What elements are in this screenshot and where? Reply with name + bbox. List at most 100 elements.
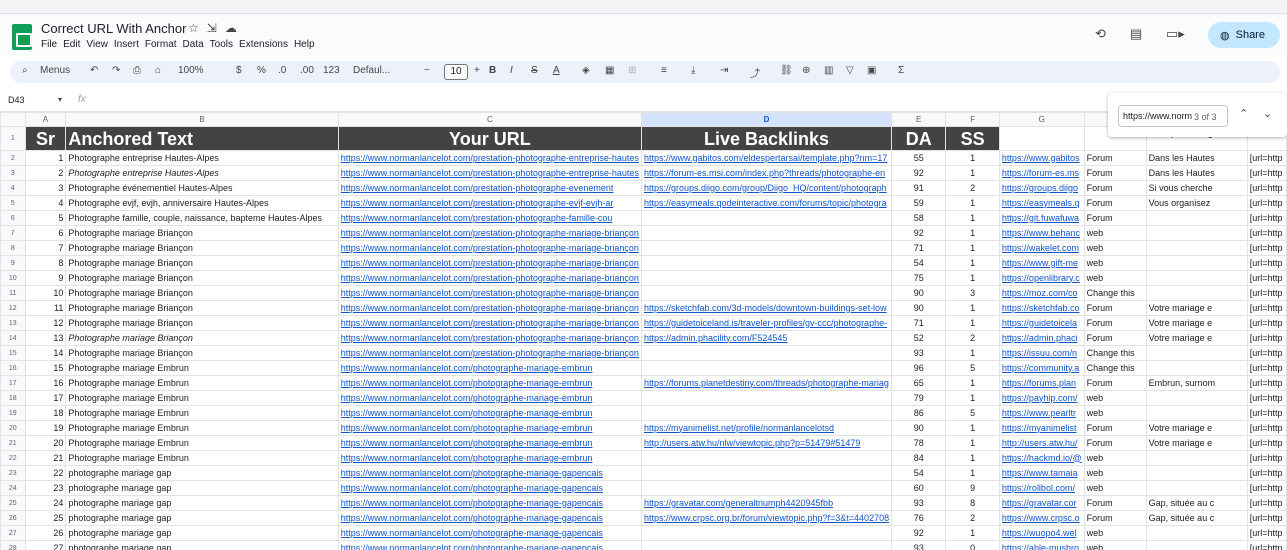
cell-type[interactable]: web [1083,525,1147,541]
cell-type[interactable]: web [1083,255,1147,271]
cell-live-backlink[interactable]: https://forums.planetdestiny.com/threads… [640,375,893,391]
cell-sr[interactable]: 13 [24,330,67,346]
cell-link[interactable]: https://gravatar.cor [998,495,1085,511]
cell-your-url[interactable]: https://www.normanlancelot.com/prestatio… [337,180,642,196]
cell-link[interactable]: https://guidetoicela [998,315,1085,331]
cell-anchored-text[interactable]: Photographe événementiel Hautes-Alpes [65,180,339,196]
cell-link[interactable]: https://forum-es.ms [998,165,1085,181]
cell-da[interactable]: 58 [891,210,947,226]
text-rotation-icon[interactable]: ⤴ [750,65,760,80]
cell-link[interactable]: https://www.pearltr [998,405,1085,421]
cell-markup[interactable]: [url=http [1246,300,1287,316]
cell-sr[interactable]: 24 [24,495,67,511]
cell-sr[interactable]: 22 [24,465,67,481]
cell-anchored-text[interactable]: Photographe mariage Briançon [65,270,339,286]
cell-type[interactable]: Forum [1083,165,1147,181]
cloud-status-icon[interactable]: ☁ [225,21,245,35]
cell-link[interactable]: https://www.tamaia [998,465,1085,481]
row-number[interactable]: 9 [0,255,26,271]
cell-live-backlink[interactable] [640,255,893,271]
cell-ss[interactable]: 3 [945,285,1000,301]
row-number[interactable]: 21 [0,435,26,451]
cell-your-url[interactable]: https://www.normanlancelot.com/prestatio… [337,270,642,286]
cell-your-url[interactable]: https://www.normanlancelot.com/photograp… [337,390,642,406]
font-size-input[interactable]: 10 [444,64,468,80]
cell-description[interactable] [1145,270,1248,286]
cell-your-url[interactable]: https://www.normanlancelot.com/photograp… [337,525,642,541]
cell-da[interactable]: 91 [891,180,947,196]
insert-chart-icon[interactable]: ▥ [824,65,833,76]
insert-comment-icon[interactable]: ⊕ [802,65,810,76]
header-cell-sr[interactable]: Sr [24,126,67,151]
cell-your-url[interactable]: https://www.normanlancelot.com/prestatio… [337,285,642,301]
cell-anchored-text[interactable]: Photographe entreprise Hautes-Alpes [65,165,339,181]
star-icon[interactable]: ☆ [188,21,207,35]
cell-sr[interactable]: 3 [24,180,67,196]
cell-sr[interactable]: 12 [24,315,67,331]
cell-sr[interactable]: 4 [24,195,67,211]
percent-format-button[interactable]: % [257,65,266,76]
cell-ss[interactable]: 1 [945,435,1000,451]
cell-type[interactable]: web [1083,465,1147,481]
cell-anchored-text[interactable]: photographe mariage gap [65,480,339,496]
share-button[interactable]: ◍ Share [1208,22,1280,48]
sheets-logo-icon[interactable] [12,24,32,50]
cell-ss[interactable]: 5 [945,360,1000,376]
cell-markup[interactable]: [url=http [1246,285,1287,301]
cell-da[interactable]: 84 [891,450,947,466]
cell-da[interactable]: 54 [891,255,947,271]
cell-your-url[interactable]: https://www.normanlancelot.com/photograp… [337,510,642,526]
cell-markup[interactable]: [url=http [1246,165,1287,181]
cell-sr[interactable]: 5 [24,210,67,226]
cell-markup[interactable]: [url=http [1246,540,1287,550]
cell-anchored-text[interactable]: Photographe mariage Briançon [65,345,339,361]
cell-anchored-text[interactable]: Photographe mariage Embrun [65,390,339,406]
cell-da[interactable]: 54 [891,465,947,481]
cell-markup[interactable]: [url=http [1246,180,1287,196]
find-next-icon[interactable]: ⌄ [1263,107,1272,120]
cell-anchored-text[interactable]: Photographe mariage Briançon [65,330,339,346]
number-format-button[interactable]: 123 [323,65,340,76]
cell-description[interactable] [1145,525,1248,541]
borders-icon[interactable]: ▦ [605,65,614,76]
row-number[interactable]: 24 [0,480,26,496]
cell-da[interactable]: 52 [891,330,947,346]
column-header[interactable]: B [65,112,339,127]
cell-sr[interactable]: 11 [24,300,67,316]
cell-your-url[interactable]: https://www.normanlancelot.com/photograp… [337,435,642,451]
cell-live-backlink[interactable] [640,345,893,361]
cell-anchored-text[interactable]: photographe mariage gap [65,495,339,511]
cell-type[interactable]: Forum [1083,375,1147,391]
cell-description[interactable] [1145,480,1248,496]
move-icon[interactable]: ⇲ [207,21,225,35]
cell-live-backlink[interactable]: https://gravatar.com/generaltriumph44209… [640,495,893,511]
cell-description[interactable] [1145,285,1248,301]
cell-sr[interactable]: 14 [24,345,67,361]
row-number[interactable]: 14 [0,330,26,346]
cell-link[interactable]: https://admin.phaci [998,330,1085,346]
cell-da[interactable]: 90 [891,300,947,316]
cell-type[interactable]: Forum [1083,510,1147,526]
cell-ss[interactable]: 2 [945,510,1000,526]
menu-tools[interactable]: Tools [210,39,239,50]
cell-sr[interactable]: 23 [24,480,67,496]
cell-markup[interactable]: [url=http [1246,390,1287,406]
cell-your-url[interactable]: https://www.normanlancelot.com/prestatio… [337,300,642,316]
zoom-select[interactable]: 100% [178,65,204,76]
cell-markup[interactable]: [url=http [1246,435,1287,451]
cell-sr[interactable]: 26 [24,525,67,541]
cell-da[interactable]: 93 [891,345,947,361]
cell-ss[interactable]: 1 [945,315,1000,331]
cell-your-url[interactable]: https://www.normanlancelot.com/photograp… [337,540,642,550]
cell-your-url[interactable]: https://www.normanlancelot.com/photograp… [337,375,642,391]
cell-live-backlink[interactable] [640,270,893,286]
cell-anchored-text[interactable]: photographe mariage gap [65,540,339,550]
cell-type[interactable]: web [1083,405,1147,421]
cell-live-backlink[interactable] [640,450,893,466]
cell-type[interactable]: web [1083,480,1147,496]
cell-ss[interactable]: 1 [945,225,1000,241]
meet-icon[interactable]: ▭▸ [1166,26,1185,42]
cell-type[interactable]: web [1083,225,1147,241]
undo-icon[interactable]: ↶ [90,65,98,76]
text-wrap-icon[interactable]: ⇥ [720,65,728,76]
